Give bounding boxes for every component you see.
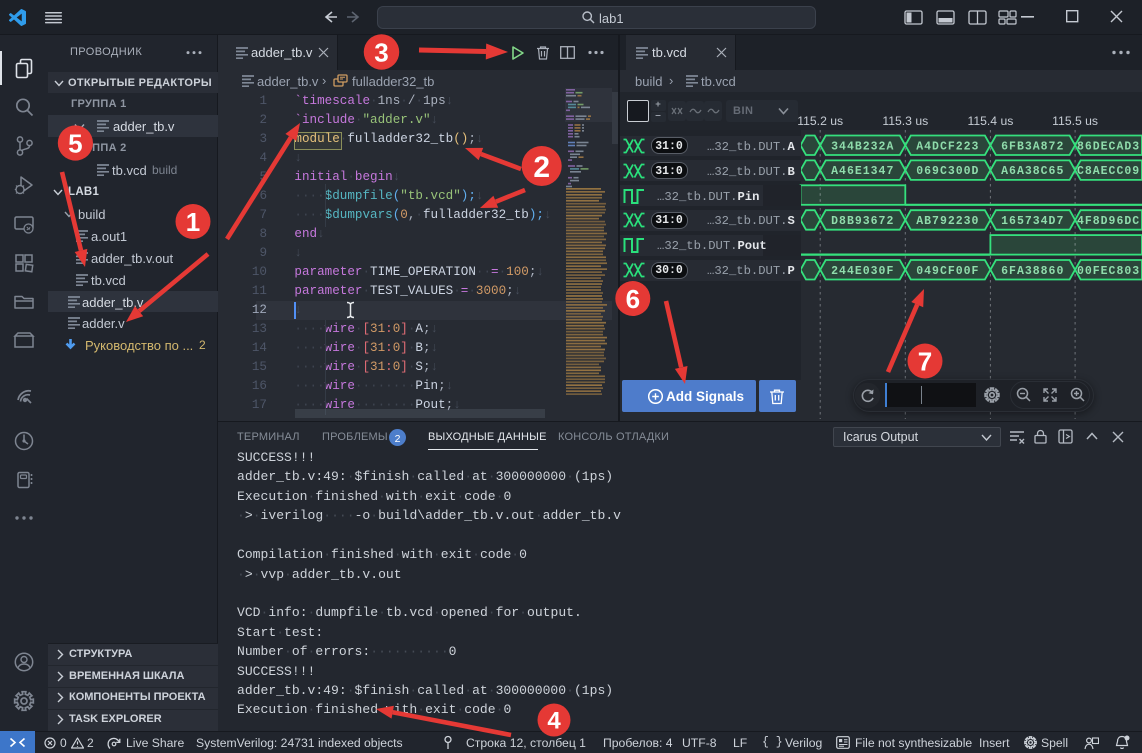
svg-text:AB792230: AB792230 [916,215,979,228]
svg-text:6FA38860: 6FA38860 [1001,265,1064,278]
svg-text:86DECAD3: 86DECAD3 [1077,140,1140,153]
svg-text:344B232A: 344B232A [831,140,894,153]
svg-text:C8AECC09: C8AECC09 [1077,165,1140,178]
svg-text:244E030F: 244E030F [831,265,894,278]
svg-text:A6A38C65: A6A38C65 [1001,165,1064,178]
svg-text:00FEC803: 00FEC803 [1077,265,1140,278]
svg-text:4F8D96DC: 4F8D96DC [1077,215,1140,228]
svg-text:069C300D: 069C300D [916,165,979,178]
svg-text:A46E1347: A46E1347 [831,165,894,178]
svg-text:A4DCF223: A4DCF223 [916,140,979,153]
svg-text:6FB3A872: 6FB3A872 [1001,140,1064,153]
svg-text:165734D7: 165734D7 [1001,215,1064,228]
svg-text:D8B93672: D8B93672 [831,215,894,228]
svg-text:049CF00F: 049CF00F [916,265,979,278]
